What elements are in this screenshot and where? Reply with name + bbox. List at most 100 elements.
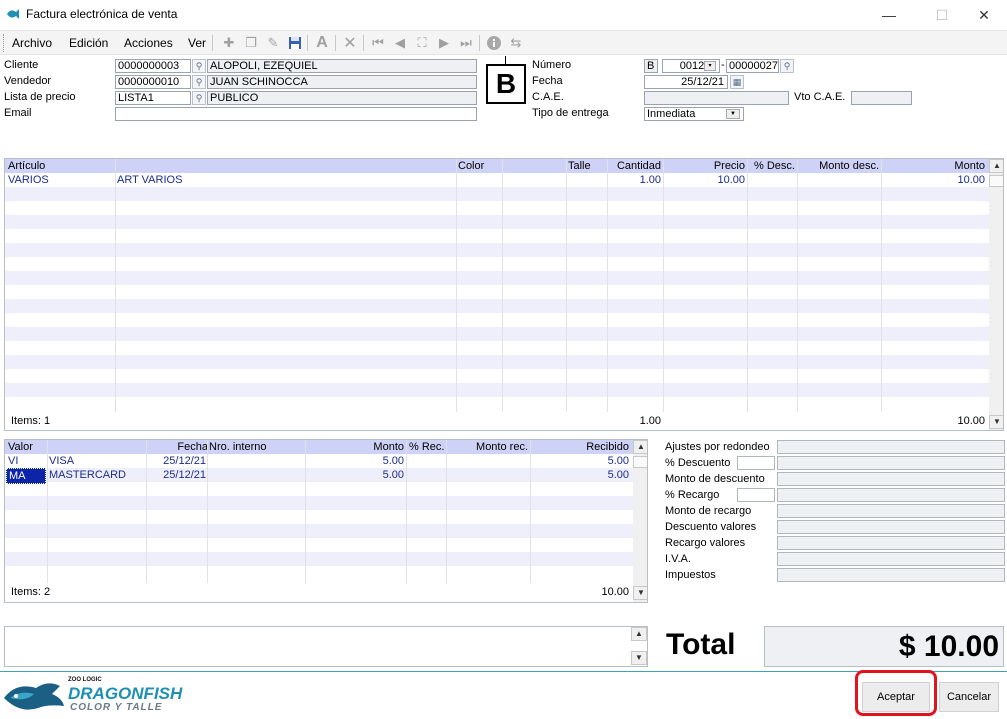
items-grid-header: Artículo Color Talle Cantidad Precio % D… <box>5 159 989 173</box>
selected-cell[interactable]: MA <box>6 468 46 484</box>
col-monto-desc[interactable]: Monto desc. <box>799 159 879 173</box>
descuento-valores-field <box>777 520 1005 534</box>
col-precio[interactable]: Precio <box>665 159 745 173</box>
cancel-icon[interactable]: ✕ <box>341 34 359 52</box>
col-recibido[interactable]: Recibido <box>532 440 629 454</box>
observaciones-textarea[interactable]: ▲ ▼ <box>4 626 648 667</box>
table-row[interactable]: VI VISA 25/12/21 5.00 5.00 <box>5 454 633 468</box>
vendedor-label: Vendedor <box>4 75 52 87</box>
impuestos-field <box>777 568 1005 582</box>
scroll-thumb[interactable] <box>633 456 647 468</box>
values-grid-footer: Items: 2 10.00 <box>5 583 633 602</box>
col-fecha[interactable]: Fecha <box>148 440 208 454</box>
impuestos-label: Impuestos <box>665 569 716 581</box>
numero-lookup-icon[interactable]: ⚲ <box>780 59 794 73</box>
numero-letra-field: B <box>644 59 658 73</box>
tipo-entrega-label: Tipo de entrega <box>532 107 609 119</box>
menu-ver[interactable]: Ver <box>188 36 206 50</box>
email-input[interactable] <box>115 107 477 121</box>
previous-record-icon[interactable]: ◀ <box>391 34 409 52</box>
lista-lookup-icon[interactable]: ⚲ <box>192 91 206 105</box>
vendedor-code-input[interactable]: 0000000010 <box>115 75 191 89</box>
fecha-label: Fecha <box>532 75 563 87</box>
save-icon[interactable] <box>286 34 304 52</box>
aceptar-button[interactable]: Aceptar <box>862 682 930 712</box>
items-scrollbar[interactable] <box>989 159 1003 430</box>
col-monto-valor[interactable]: Monto <box>307 440 404 454</box>
menu-archivo[interactable]: Archivo <box>12 36 52 50</box>
ajustes-label: Ajustes por redondeo <box>665 441 770 453</box>
vto-cae-field <box>851 91 912 105</box>
font-icon[interactable]: A <box>313 34 331 52</box>
calendar-icon[interactable]: ▦ <box>730 75 744 89</box>
iva-field <box>777 552 1005 566</box>
lista-precio-input[interactable]: LISTA1 <box>115 91 191 105</box>
color-y-talle-text: COLOR Y TALLE <box>70 702 163 713</box>
fecha-input[interactable]: 25/12/21 <box>644 75 728 89</box>
menu-acciones[interactable]: Acciones <box>124 36 173 50</box>
pct-recargo-label: % Recargo <box>665 489 720 501</box>
scroll-up-icon[interactable]: ▲ <box>631 627 647 641</box>
items-count: Items: 1 <box>11 415 51 427</box>
scroll-down-icon[interactable]: ▼ <box>989 415 1003 429</box>
monto-recargo-label: Monto de recargo <box>665 505 752 517</box>
iva-label: I.V.A. <box>665 553 691 565</box>
info-icon[interactable] <box>485 34 503 52</box>
scroll-down-icon[interactable]: ▼ <box>631 651 647 665</box>
col-nro-interno[interactable]: Nro. interno <box>209 440 266 454</box>
scroll-up-icon[interactable]: ▲ <box>633 440 647 454</box>
vendedor-lookup-icon[interactable]: ⚲ <box>192 75 206 89</box>
binoculars-icon[interactable]: ⛶ <box>413 34 431 52</box>
chevron-down-icon[interactable]: ▼ <box>726 109 740 119</box>
dragonfish-logo: ZOO LOGIC DRAGONFISH COLOR Y TALLE <box>0 672 220 719</box>
first-record-icon[interactable]: ⏮ <box>369 34 387 52</box>
dragonfish-icon <box>4 683 64 710</box>
col-color[interactable]: Color <box>458 159 484 173</box>
values-grid-header: Valor Fecha Nro. interno Monto % Rec. Mo… <box>5 440 633 454</box>
edit-icon[interactable]: ✎ <box>264 34 282 52</box>
scroll-thumb[interactable] <box>989 175 1003 187</box>
pct-descuento-input[interactable] <box>737 456 775 470</box>
items-grid-footer: Items: 1 1.00 10.00 <box>5 412 989 430</box>
scroll-down-icon[interactable]: ▼ <box>633 586 647 600</box>
monto-descuento-field <box>777 472 1005 486</box>
last-record-icon[interactable]: ⏭ <box>457 34 475 52</box>
next-record-icon[interactable]: ▶ <box>435 34 453 52</box>
scroll-up-icon[interactable]: ▲ <box>989 159 1003 173</box>
menu-edicion[interactable]: Edición <box>69 36 108 50</box>
pct-recargo-input[interactable] <box>737 488 775 502</box>
table-row[interactable]: MA MASTERCARD 25/12/21 5.00 5.00 <box>5 468 633 484</box>
recargo-field <box>777 488 1005 502</box>
punto-venta-spinner-icon[interactable]: ▾ <box>704 61 716 71</box>
recargo-valores-field <box>777 536 1005 550</box>
new-icon[interactable]: ✚ <box>220 34 238 52</box>
col-valor[interactable]: Valor <box>8 440 33 454</box>
numero-input[interactable]: 00000027 <box>726 59 779 73</box>
col-desc[interactable]: % Desc. <box>749 159 795 173</box>
col-articulo[interactable]: Artículo <box>8 159 45 173</box>
cliente-label: Cliente <box>4 59 39 71</box>
monto-recargo-field <box>777 504 1005 518</box>
lista-precio-label: Lista de precio <box>4 91 76 103</box>
comprobante-letter-box: B <box>486 64 526 104</box>
items-total-cantidad: 1.00 <box>639 415 661 427</box>
copy-icon[interactable]: ❐ <box>242 34 260 52</box>
total-value: $ 10.00 <box>764 626 1004 667</box>
numero-label: Número <box>532 59 572 71</box>
cancelar-button[interactable]: Cancelar <box>939 682 999 712</box>
col-monto-rec[interactable]: Monto rec. <box>448 440 528 454</box>
col-talle[interactable]: Talle <box>568 159 591 173</box>
minimize-button[interactable]: — <box>866 0 912 30</box>
maximize-button[interactable]: ☐ <box>919 0 965 30</box>
col-rec[interactable]: % Rec. <box>409 440 444 454</box>
cliente-lookup-icon[interactable]: ⚲ <box>192 59 206 73</box>
descuento-field <box>777 456 1005 470</box>
vto-cae-label: Vto C.A.E. <box>794 91 846 103</box>
recargo-valores-label: Recargo valores <box>665 537 746 549</box>
table-row[interactable]: VARIOS ART VARIOS 1.00 10.00 10.00 <box>5 173 989 187</box>
col-monto[interactable]: Monto <box>883 159 985 173</box>
swap-icon[interactable]: ⇆ <box>507 34 525 52</box>
col-cantidad[interactable]: Cantidad <box>609 159 661 173</box>
cliente-code-input[interactable]: 0000000003 <box>115 59 191 73</box>
close-button[interactable]: ✕ <box>961 0 1007 30</box>
